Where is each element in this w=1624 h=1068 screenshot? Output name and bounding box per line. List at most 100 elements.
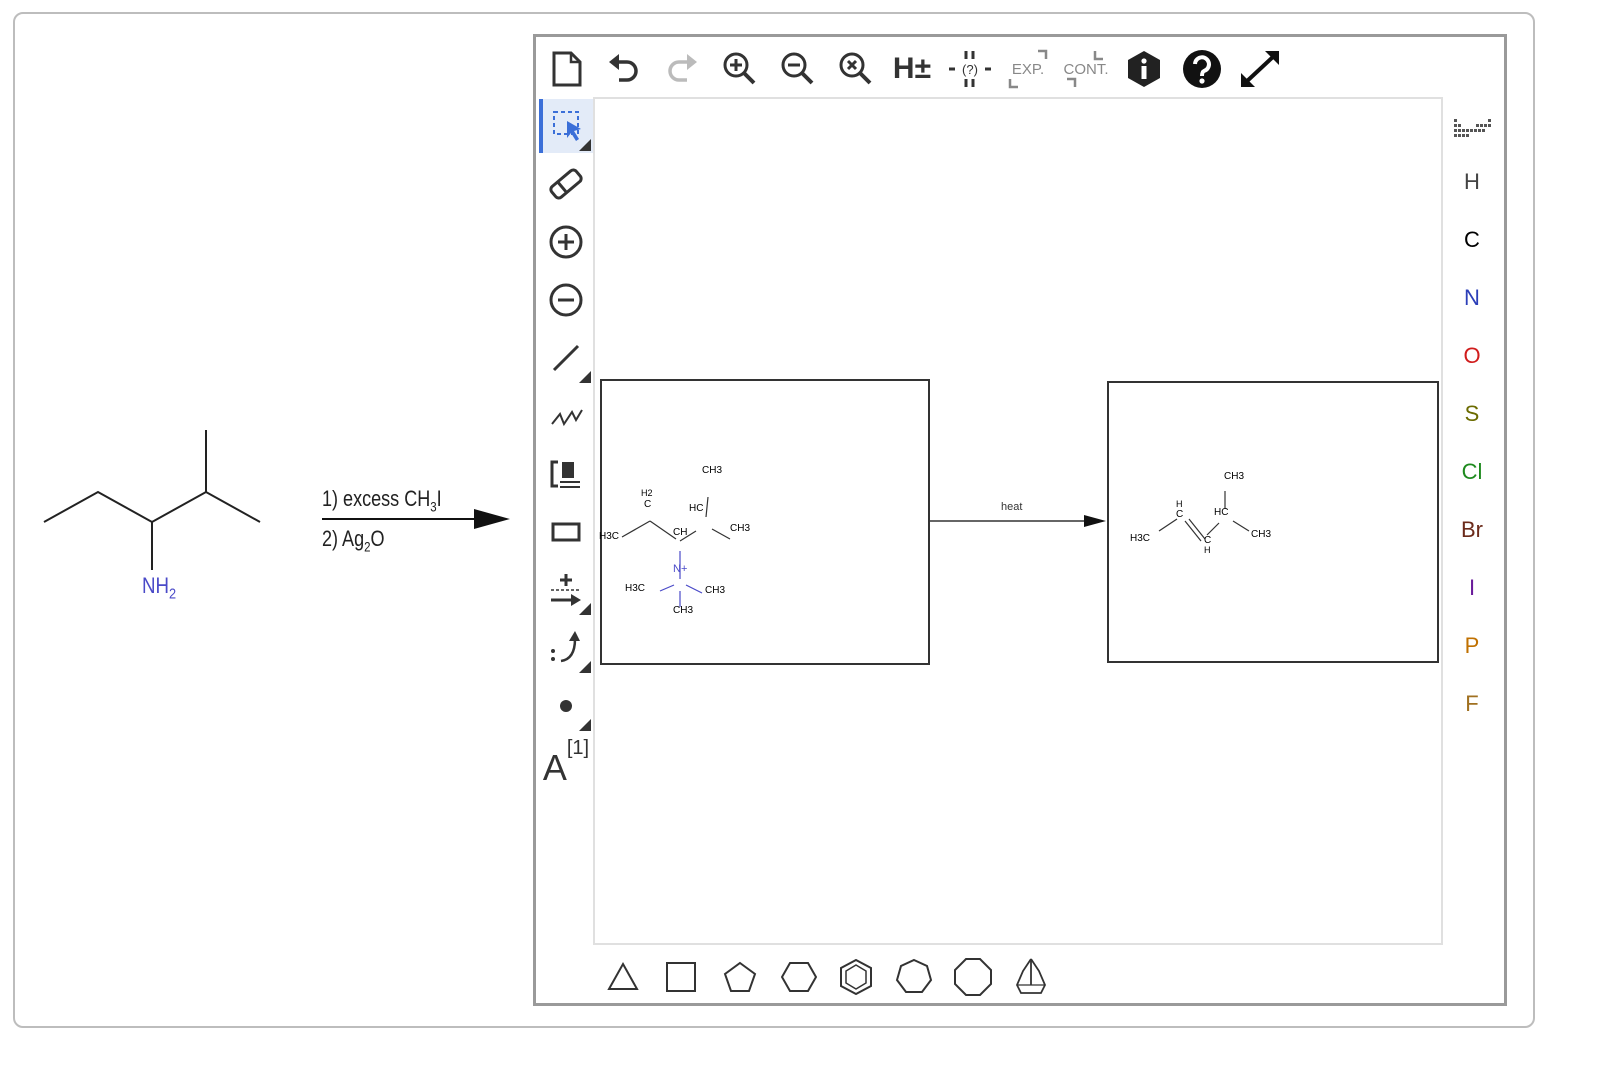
element-s[interactable]: S <box>1452 401 1492 427</box>
zoom-in-button[interactable] <box>718 47 762 91</box>
cycloheptane-template[interactable] <box>895 958 933 996</box>
mol1-ch3-n-right: CH3 <box>705 585 726 596</box>
eraser-icon <box>549 168 583 200</box>
text-tool[interactable]: A [1] <box>539 737 593 791</box>
heat-label: heat <box>1001 501 1023 513</box>
element-i[interactable]: I <box>1452 575 1492 601</box>
undo-button[interactable] <box>602 47 646 91</box>
bracket-icon <box>550 460 580 488</box>
text-tool-superscript: [1] <box>566 737 590 759</box>
plus-circle-icon <box>549 225 583 259</box>
reagent-line-2: 2) Ag2O <box>322 526 385 554</box>
chain-tool[interactable] <box>539 389 593 443</box>
new-document-icon <box>552 51 582 87</box>
info-icon <box>1128 51 1160 87</box>
drawing-canvas[interactable]: CH3 H2 C HC CH3 H3C CH N+ H3C CH3 CH3 he… <box>593 97 1443 945</box>
charge-minus-tool[interactable] <box>539 273 593 327</box>
mol2-ch3-top: CH3 <box>1224 471 1245 482</box>
text-tool-letter: A <box>542 747 567 788</box>
radical-tool-more[interactable] <box>579 719 591 731</box>
norbornane-template[interactable] <box>1013 957 1049 997</box>
benzene-template[interactable] <box>839 959 873 995</box>
bond-tool-more[interactable] <box>579 371 591 383</box>
cyclobutane-template[interactable] <box>665 961 697 993</box>
mol2-h-top: H <box>1176 499 1183 509</box>
rectangle-tool[interactable] <box>539 505 593 559</box>
mol1-ch3-n-bottom: CH3 <box>673 605 694 616</box>
help-button[interactable] <box>1180 47 1224 91</box>
mol1-h2: H2 <box>641 488 653 498</box>
selection-icon <box>553 111 581 141</box>
structure-editor: H± (?) EXP. CONT. A [1] CH3 H2 C HC CH3 … <box>533 34 1507 1006</box>
reagent-2-suffix: O <box>370 526 385 551</box>
heat-arrow[interactable] <box>930 511 1110 531</box>
expand-icon: EXP. <box>1008 49 1048 89</box>
contract-button[interactable]: CONT. <box>1064 47 1109 91</box>
radical-tool[interactable] <box>539 679 593 733</box>
toggle-hydrogens-button[interactable]: H± <box>890 47 934 91</box>
minus-circle-icon <box>549 283 583 317</box>
electron-arrow-tool-more[interactable] <box>579 661 591 673</box>
bond-tool[interactable] <box>539 331 593 385</box>
element-c[interactable]: C <box>1452 227 1492 253</box>
chain-icon <box>551 409 583 427</box>
zoom-out-icon <box>781 52 814 85</box>
mol2-h-bottom: H <box>1204 545 1211 555</box>
template-toolbar <box>593 949 1443 1005</box>
zoom-out-button[interactable] <box>776 47 820 91</box>
redo-icon <box>668 54 697 82</box>
fullscreen-button[interactable] <box>1238 47 1282 91</box>
generic-group-button[interactable]: (?) <box>948 47 992 91</box>
expand-text: EXP. <box>1012 61 1044 78</box>
zoom-reset-icon <box>839 52 872 85</box>
contract-text: CONT. <box>1064 61 1109 78</box>
mol1-c: C <box>644 499 652 510</box>
amine-sub: 2 <box>169 585 177 603</box>
mol1-h3c-left: H3C <box>599 531 620 542</box>
element-o[interactable]: O <box>1452 343 1492 369</box>
periodic-table-button[interactable] <box>1452 115 1494 139</box>
mol2-ch3-right: CH3 <box>1251 529 1272 540</box>
undo-icon <box>609 54 638 82</box>
amine-nh: NH <box>142 573 170 598</box>
generic-group-icon: (?) <box>949 51 991 87</box>
cyclopentane-template[interactable] <box>723 961 757 993</box>
mol1-ch3-right: CH3 <box>730 523 751 534</box>
mol2-h3c: H3C <box>1130 533 1151 544</box>
s-group-tool[interactable] <box>539 447 593 501</box>
element-n[interactable]: N <box>1452 285 1492 311</box>
mol1-ch: CH <box>673 527 688 538</box>
element-br[interactable]: Br <box>1452 517 1492 543</box>
cyclopropane-template[interactable] <box>607 961 639 993</box>
mol1-hc: HC <box>689 503 704 514</box>
mol2-hc: HC <box>1214 507 1229 518</box>
cyclohexane-template[interactable] <box>781 961 817 993</box>
element-p[interactable]: P <box>1452 633 1492 659</box>
fullscreen-icon <box>1241 51 1279 87</box>
element-cl[interactable]: Cl <box>1452 459 1492 485</box>
reaction-arrow-tool[interactable] <box>539 563 593 617</box>
charge-plus-tool[interactable] <box>539 215 593 269</box>
cyclooctane-template[interactable] <box>953 957 993 997</box>
select-tool[interactable] <box>539 99 593 153</box>
new-document-button[interactable] <box>545 47 589 91</box>
mol1-ch3-top: CH3 <box>702 465 723 476</box>
periodic-table-icon <box>1454 119 1491 137</box>
element-f[interactable]: F <box>1452 691 1492 717</box>
electron-arrow-tool[interactable] <box>539 621 593 675</box>
reagent-2-prefix: 2) Ag <box>322 526 365 551</box>
info-button[interactable] <box>1122 47 1166 91</box>
generic-group-text: (?) <box>962 62 978 77</box>
help-icon <box>1183 50 1221 88</box>
ammonium-structure <box>621 496 731 607</box>
expand-button[interactable]: EXP. <box>1006 47 1050 91</box>
amine-label: NH2 <box>142 573 176 602</box>
eraser-tool[interactable] <box>539 157 593 211</box>
reaction-arrow-tool-more[interactable] <box>579 603 591 615</box>
alkene-structure <box>1158 491 1250 542</box>
select-tool-more[interactable] <box>579 139 591 151</box>
zoom-reset-button[interactable] <box>834 47 878 91</box>
element-h[interactable]: H <box>1452 169 1492 195</box>
redo-button[interactable] <box>660 47 704 91</box>
rectangle-icon <box>551 522 581 542</box>
